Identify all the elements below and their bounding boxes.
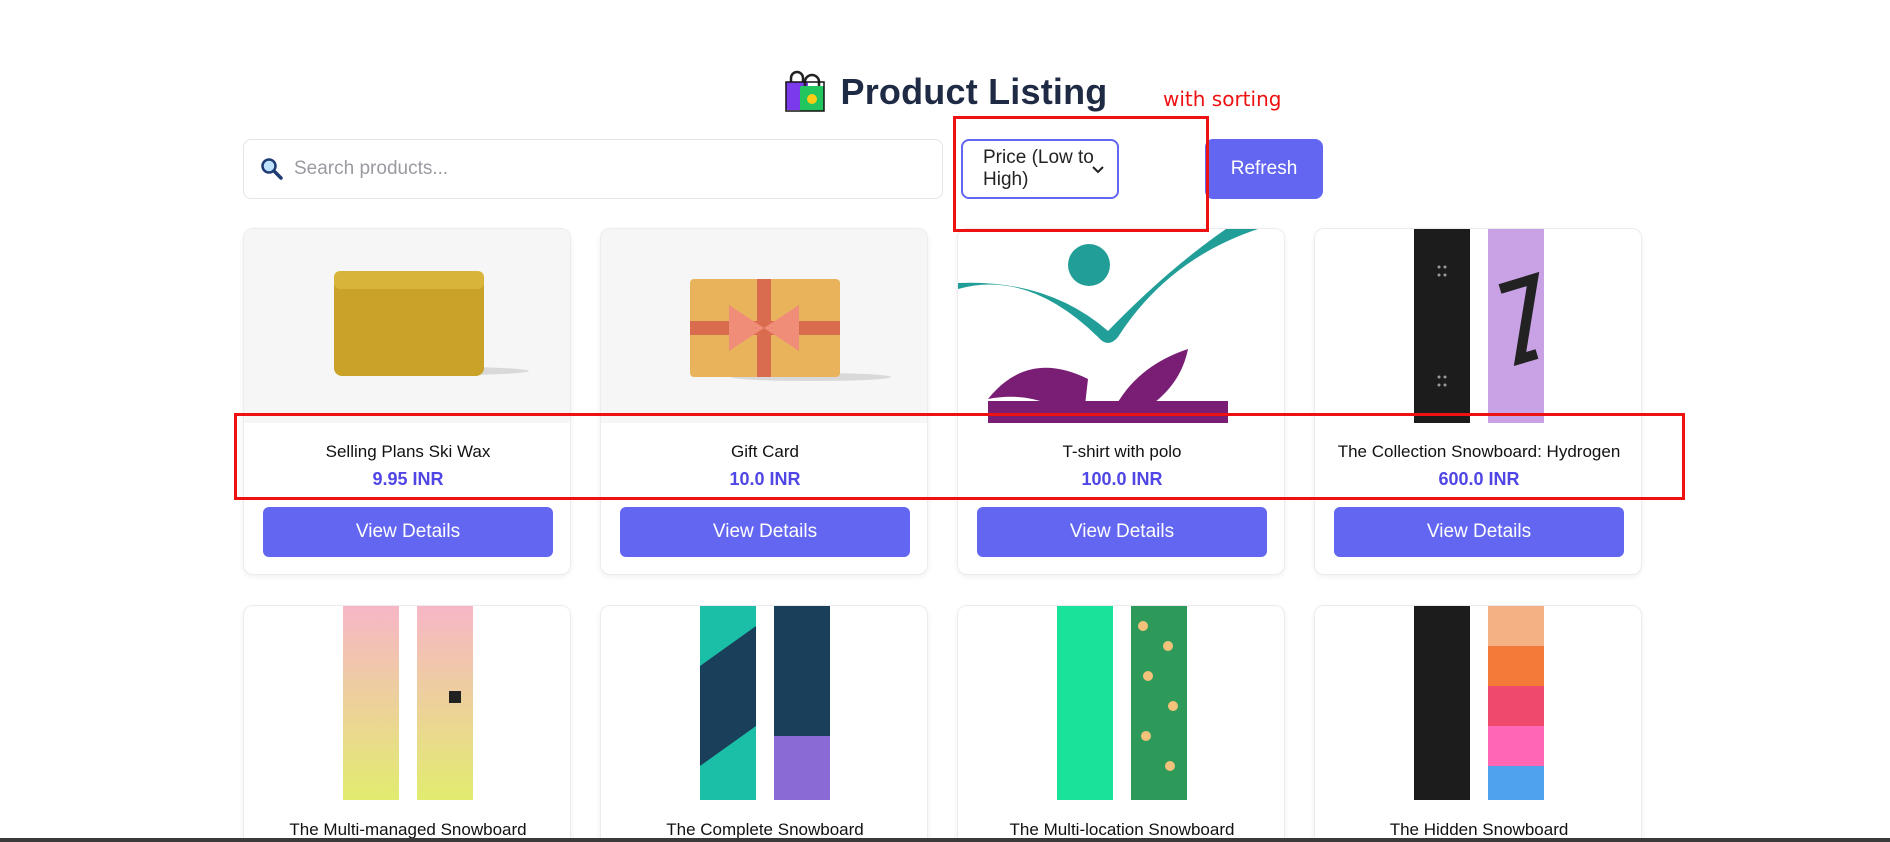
chevron-down-icon bbox=[1092, 166, 1104, 174]
page-title: Product Listing bbox=[840, 71, 1108, 112]
annotation-note: with sorting bbox=[1163, 87, 1282, 111]
product-name: The Collection Snowboard: Hydrogen bbox=[1337, 442, 1621, 461]
toolbar: Price (Low to High) Refresh bbox=[243, 139, 1323, 199]
bottom-strip bbox=[0, 838, 1890, 842]
product-image[interactable] bbox=[244, 229, 570, 423]
product-image[interactable] bbox=[601, 229, 927, 423]
product-name: The Multi-location Snowboard bbox=[1009, 820, 1235, 839]
gift-card-image bbox=[601, 229, 927, 423]
product-price: 9.95 INR bbox=[372, 469, 444, 489]
product-card: The Collection Snowboard: Hydrogen 600.0… bbox=[1314, 228, 1642, 575]
refresh-button[interactable]: Refresh bbox=[1205, 139, 1323, 199]
product-card: The Complete Snowboard bbox=[600, 605, 928, 842]
view-details-button[interactable]: View Details bbox=[263, 507, 553, 557]
product-card: The Hidden Snowboard bbox=[1314, 605, 1642, 842]
view-details-button[interactable]: View Details bbox=[977, 507, 1267, 557]
product-image[interactable] bbox=[601, 606, 927, 800]
product-card: The Multi-location Snowboard bbox=[957, 605, 1285, 842]
search-box[interactable] bbox=[243, 139, 943, 199]
product-image[interactable] bbox=[958, 606, 1284, 800]
snowboard-multi-managed-image bbox=[244, 606, 570, 800]
product-price: 10.0 INR bbox=[729, 469, 801, 489]
product-card: T-shirt with polo 100.0 INR View Details bbox=[957, 228, 1285, 575]
shopping-bags-icon bbox=[784, 70, 825, 112]
leaf-logo-image bbox=[958, 229, 1284, 423]
product-image[interactable] bbox=[1315, 606, 1641, 800]
product-name: T-shirt with polo bbox=[1062, 442, 1182, 461]
snowboard-hydrogen-image bbox=[1315, 229, 1641, 423]
snowboard-multi-location-image bbox=[958, 606, 1284, 800]
search-input[interactable] bbox=[294, 158, 914, 180]
product-image[interactable] bbox=[958, 229, 1284, 423]
product-name: Selling Plans Ski Wax bbox=[325, 442, 491, 461]
snowboard-hidden-image bbox=[1315, 606, 1641, 800]
page-header: Product Listing bbox=[0, 66, 1890, 118]
product-card: Selling Plans Ski Wax 9.95 INR View Deta… bbox=[243, 228, 571, 575]
product-name: The Multi-managed Snowboard bbox=[289, 820, 527, 839]
product-card: Gift Card 10.0 INR View Details bbox=[600, 228, 928, 575]
product-price: 600.0 INR bbox=[1438, 469, 1520, 489]
product-name: The Complete Snowboard bbox=[666, 820, 864, 839]
product-name: Gift Card bbox=[730, 442, 800, 461]
product-name: The Hidden Snowboard bbox=[1389, 820, 1569, 839]
magnifier-icon bbox=[261, 158, 283, 180]
view-details-button[interactable]: View Details bbox=[620, 507, 910, 557]
product-price: 100.0 INR bbox=[1081, 469, 1163, 489]
ski-wax-image bbox=[244, 229, 570, 423]
product-image[interactable] bbox=[1315, 229, 1641, 423]
snowboard-complete-image bbox=[601, 606, 927, 800]
sort-select[interactable]: Price (Low to High) bbox=[961, 139, 1119, 199]
product-image[interactable] bbox=[244, 606, 570, 800]
view-details-button[interactable]: View Details bbox=[1334, 507, 1624, 557]
product-card: The Multi-managed Snowboard bbox=[243, 605, 571, 842]
